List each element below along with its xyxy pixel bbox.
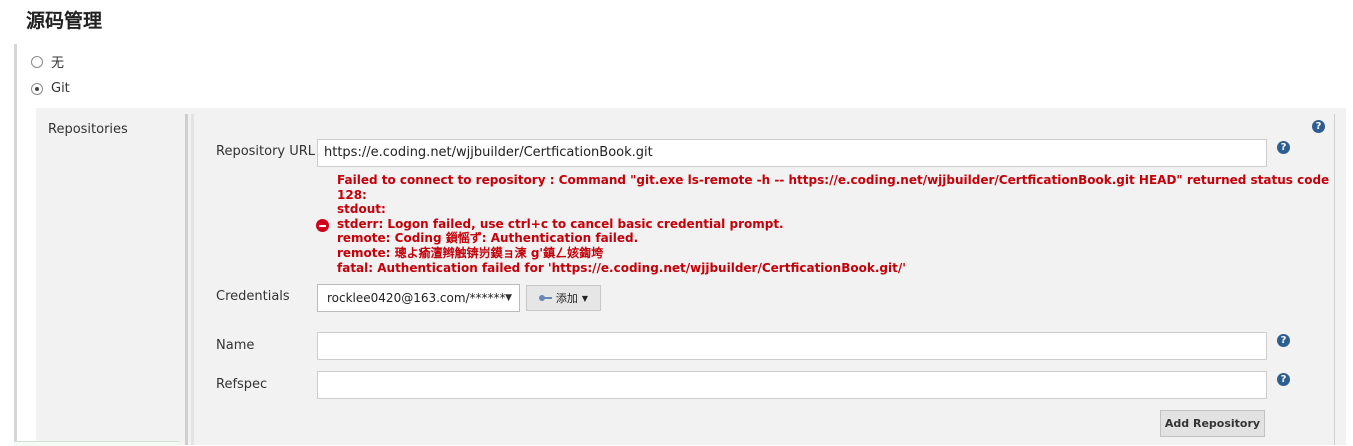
refspec-label: Refspec bbox=[216, 377, 268, 392]
error-line: fatal: Authentication failed for 'https:… bbox=[337, 260, 906, 275]
refspec-help-icon[interactable]: ? bbox=[1277, 373, 1290, 386]
connection-error-message: Failed to connect to repository : Comman… bbox=[337, 173, 1329, 275]
repository-url-input[interactable]: https://e.coding.net/wjjbuilder/Certfica… bbox=[317, 139, 1267, 167]
credentials-label: Credentials bbox=[216, 289, 290, 304]
key-icon bbox=[538, 295, 552, 301]
add-credentials-button[interactable]: 添加 ▼ bbox=[526, 285, 601, 311]
credentials-select[interactable]: rocklee0420@163.com/****** ▼ bbox=[317, 284, 520, 312]
repositories-label: Repositories bbox=[48, 122, 128, 137]
name-label: Name bbox=[216, 338, 255, 353]
radio-git[interactable] bbox=[31, 82, 43, 95]
radio-none[interactable] bbox=[31, 55, 43, 68]
add-credentials-label: 添加 bbox=[555, 292, 578, 305]
repository-url-help-icon[interactable]: ? bbox=[1277, 141, 1290, 154]
error-line: remote: Coding 鎻愮ず: Authentication faile… bbox=[337, 231, 639, 246]
repository-entry-handle[interactable] bbox=[191, 114, 194, 445]
dropdown-caret-icon: ▼ bbox=[505, 293, 512, 303]
bottom-edge bbox=[14, 441, 179, 446]
error-line: stderr: Logon failed, use ctrl+c to canc… bbox=[337, 216, 784, 231]
scm-option-git-label: Git bbox=[51, 81, 70, 96]
scm-option-none[interactable]: 无 bbox=[31, 52, 64, 71]
error-line: 128: bbox=[337, 187, 367, 202]
scm-option-none-label: 无 bbox=[51, 56, 65, 71]
error-line: Failed to connect to repository : Comman… bbox=[337, 173, 1330, 187]
chevron-down-icon: ▼ bbox=[581, 293, 589, 303]
error-line: stdout: bbox=[337, 202, 386, 217]
page-title: 源码管理 bbox=[26, 10, 103, 32]
name-help-icon[interactable]: ? bbox=[1277, 334, 1290, 347]
credentials-selected-value: rocklee0420@163.com/****** bbox=[327, 291, 506, 305]
name-input[interactable] bbox=[317, 332, 1267, 360]
error-line: remote: 璁よ瘉澶辫触锛岃鏌ョ湅 g'鎮ㄥ姟鍧垮 bbox=[337, 245, 604, 260]
error-icon bbox=[316, 219, 329, 232]
refspec-input[interactable] bbox=[317, 371, 1267, 399]
scm-option-git[interactable]: Git bbox=[31, 81, 70, 96]
add-repository-button[interactable]: Add Repository bbox=[1160, 410, 1265, 437]
repository-url-label: Repository URL bbox=[216, 144, 316, 159]
git-help-icon[interactable]: ? bbox=[1312, 120, 1325, 133]
